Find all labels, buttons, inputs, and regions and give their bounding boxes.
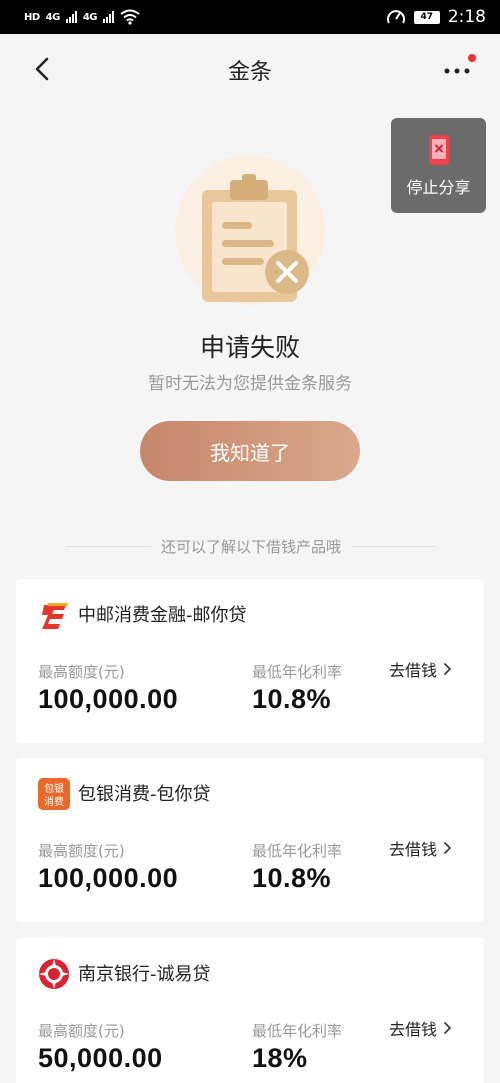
network-type-1: 4G [45, 11, 61, 23]
recommendation-divider: 还可以了解以下借钱产品哦 [66, 534, 437, 558]
status-left: HD 4G 4G [24, 9, 140, 25]
application-failed-icon [175, 155, 325, 305]
product-card[interactable]: 包银 消费 包银消费-包你贷 最高额度(元) 100,000.00 最低年化利率… [16, 758, 484, 922]
borrow-label: 去借钱 [388, 661, 437, 680]
header: 金条 [0, 34, 500, 104]
speed-icon [386, 10, 405, 24]
borrow-label: 去借钱 [388, 1020, 437, 1039]
stop-share-label: 停止分享 [406, 177, 471, 197]
rate-label: 最低年化利率 [252, 1022, 343, 1040]
baoyin-logo-icon: 包银 消费 [38, 778, 70, 810]
divider-line-left [66, 545, 151, 547]
rate-value: 18% [252, 1043, 308, 1073]
bank-of-nanjing-logo-icon [39, 959, 69, 989]
status-right: 47 2:18 [386, 7, 486, 27]
chevron-right-icon [443, 841, 452, 855]
divider-line-right [351, 545, 437, 547]
phone-stop-icon [428, 134, 449, 165]
limit-value: 100,000.00 [38, 863, 179, 893]
rate-value: 10.8% [252, 863, 332, 893]
baoyin-logo-text: 包银 [44, 782, 64, 795]
result-title: 申请失败 [199, 333, 300, 362]
page-title: 金条 [227, 60, 272, 85]
product-card[interactable]: 南京银行-诚易贷 最高额度(元) 50,000.00 最低年化利率 18% 去借… [16, 938, 484, 1083]
chevron-right-icon [443, 662, 452, 676]
rate-label: 最低年化利率 [252, 663, 343, 681]
battery-icon: 47 [413, 10, 440, 24]
borrow-label: 去借钱 [388, 840, 437, 859]
borrow-link[interactable]: 去借钱 [389, 836, 452, 860]
acknowledge-button[interactable]: 我知道了 [140, 421, 360, 481]
signal-icon [65, 11, 77, 23]
product-name: 包银消费-包你贷 [78, 784, 211, 805]
baoyin-logo-text-2: 消费 [44, 795, 64, 808]
signal-icon-2 [103, 11, 115, 23]
borrow-link[interactable]: 去借钱 [389, 1016, 452, 1040]
limit-label: 最高额度(元) [38, 842, 125, 860]
chevron-right-icon [443, 1021, 452, 1035]
stop-share-button[interactable]: 停止分享 [391, 118, 486, 213]
limit-label: 最高额度(元) [38, 1022, 125, 1040]
result-subtitle: 暂时无法为您提供金条服务 [148, 374, 352, 394]
product-card[interactable]: 中邮消费金融-邮你贷 最高额度(元) 100,000.00 最低年化利率 10.… [16, 579, 484, 743]
borrow-link[interactable]: 去借钱 [389, 657, 452, 681]
network-type-2: 4G [82, 11, 98, 23]
limit-value: 100,000.00 [38, 684, 179, 714]
divider-text: 还可以了解以下借钱产品哦 [161, 537, 342, 556]
clock: 2:18 [447, 7, 486, 27]
notification-dot [468, 54, 476, 62]
hd-indicator: HD [24, 11, 40, 23]
product-name: 南京银行-诚易贷 [78, 964, 211, 985]
limit-label: 最高额度(元) [38, 663, 125, 681]
china-post-logo-icon [42, 603, 68, 629]
wifi-icon [120, 9, 140, 25]
status-bar: HD 4G 4G 47 2:18 [0, 0, 500, 34]
product-name: 中邮消费金融-邮你贷 [78, 605, 247, 626]
limit-value: 50,000.00 [38, 1043, 163, 1073]
rate-value: 10.8% [252, 684, 332, 714]
rate-label: 最低年化利率 [252, 842, 343, 860]
